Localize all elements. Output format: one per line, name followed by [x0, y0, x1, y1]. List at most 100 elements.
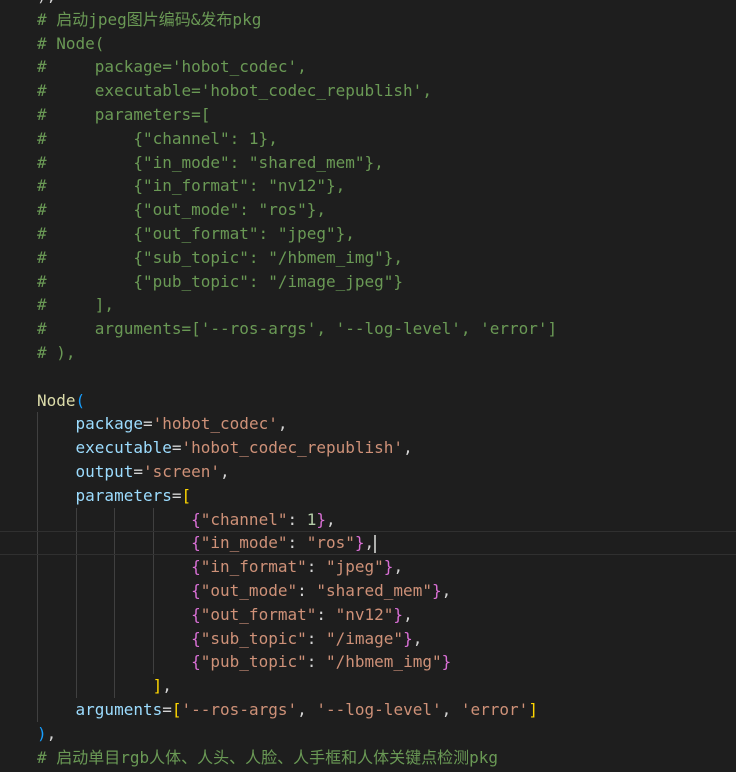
- code-token: # Node(: [37, 33, 105, 53]
- code-line[interactable]: # {"channel": 1},: [0, 127, 736, 151]
- code-line[interactable]: ),: [0, 0, 736, 8]
- code-token: {: [191, 628, 201, 648]
- indent-guide: [152, 578, 154, 603]
- code-line[interactable]: [0, 365, 736, 389]
- code-token: # {"in_format": "nv12"},: [37, 176, 346, 196]
- code-line[interactable]: # {"out_format": "jpeg"},: [0, 222, 736, 246]
- code-line[interactable]: # Node(: [0, 32, 736, 56]
- code-line[interactable]: ),: [0, 722, 736, 746]
- indent-guide: [37, 532, 38, 555]
- code-line[interactable]: output='screen',: [0, 459, 736, 484]
- code-token: parameters: [75, 485, 172, 505]
- code-token: ,: [277, 414, 288, 434]
- indent-guide: [37, 436, 38, 460]
- code-token: "/hbmem_img": [326, 652, 442, 672]
- code-token: # parameters=[: [37, 104, 211, 124]
- code-line[interactable]: {"in_format": "jpeg"},: [0, 555, 736, 579]
- code-line-current[interactable]: {"in_mode": "ros"},: [0, 531, 736, 556]
- code-token: "sub_topic": [200, 628, 307, 648]
- code-token: "out_format": [200, 604, 317, 624]
- code-token: ,: [412, 628, 423, 648]
- code-line[interactable]: # ],: [0, 293, 736, 317]
- code-token: =: [162, 699, 172, 719]
- code-token: ,: [403, 604, 413, 624]
- code-token: # {"sub_topic": "/hbmem_img"},: [37, 247, 404, 267]
- code-line[interactable]: # 启动单目rgb人体、人头、人脸、人手框和人体关键点检测pkg: [0, 746, 736, 770]
- code-token: {: [191, 509, 201, 529]
- code-line[interactable]: executable='hobot_codec_republish',: [0, 436, 736, 460]
- code-line[interactable]: arguments=['--ros-args', '--log-level', …: [0, 697, 736, 722]
- code-token: arguments: [75, 699, 163, 719]
- indent-guide: [37, 412, 38, 437]
- code-line[interactable]: # package='hobot_codec',: [0, 55, 736, 79]
- indent-guide: [75, 578, 77, 603]
- code-token: "shared_mem": [316, 580, 432, 600]
- code-token: }: [431, 580, 442, 600]
- code-token: ,: [162, 676, 172, 696]
- code-line[interactable]: # arguments=['--ros-args', '--log-level'…: [0, 317, 736, 341]
- code-line[interactable]: # ),: [0, 341, 736, 365]
- indent-guide: [75, 532, 77, 555]
- code-line[interactable]: {"sub_topic": "/image"},: [0, 626, 736, 651]
- code-token: ,: [326, 509, 336, 529]
- code-token: # package='hobot_codec',: [37, 57, 307, 77]
- code-token: "nv12": [335, 604, 394, 624]
- indent-guide: [37, 555, 38, 579]
- code-token: :: [297, 580, 317, 600]
- indent-guide: [37, 483, 38, 508]
- code-line[interactable]: package='hobot_codec',: [0, 412, 736, 437]
- code-token: :: [306, 557, 326, 577]
- code-token: {: [191, 580, 201, 600]
- code-line[interactable]: # 启动jpeg图片编码&发布pkg: [0, 8, 736, 32]
- code-line[interactable]: ],: [0, 674, 736, 698]
- code-line[interactable]: # executable='hobot_codec_republish',: [0, 79, 736, 103]
- code-token: ,: [393, 557, 404, 577]
- indent-guide: [37, 626, 38, 651]
- code-line[interactable]: # {"in_format": "nv12"},: [0, 174, 736, 198]
- code-token: }: [441, 652, 452, 672]
- code-line[interactable]: {"channel": 1},: [0, 507, 736, 532]
- code-line[interactable]: # {"sub_topic": "/hbmem_img"},: [0, 246, 736, 270]
- code-line[interactable]: Node(: [0, 389, 736, 413]
- code-token: # executable='hobot_codec_republish',: [37, 81, 432, 101]
- code-line[interactable]: # {"in_mode": "shared_mem"},: [0, 151, 736, 175]
- indent-guide: [37, 697, 38, 722]
- code-token: }: [403, 628, 413, 648]
- code-line[interactable]: # {"pub_topic": "/image_jpeg"}: [0, 270, 736, 294]
- code-line[interactable]: # {"out_mode": "ros"},: [0, 198, 736, 222]
- code-token: # {"in_mode": "shared_mem"},: [37, 152, 384, 172]
- indent-guide: [75, 650, 77, 675]
- code-token: ,: [364, 533, 375, 553]
- code-token: :: [316, 604, 336, 624]
- code-token: # ),: [37, 342, 76, 362]
- code-line[interactable]: {"out_format": "nv12"},: [0, 602, 736, 627]
- code-line[interactable]: # parameters=[: [0, 103, 736, 127]
- code-line[interactable]: {"out_mode": "shared_mem"},: [0, 578, 736, 603]
- code-token: 'screen': [142, 461, 221, 481]
- code-token: =: [171, 438, 182, 458]
- code-token: "jpeg": [326, 557, 384, 577]
- indent-guide: [75, 507, 77, 532]
- code-editor[interactable]: ), # 启动jpeg图片编码&发布pkg # Node( # package='ho…: [0, 0, 736, 769]
- code-token: ,: [441, 580, 452, 600]
- indent-guide: [37, 650, 38, 675]
- indent-guide: [114, 532, 116, 555]
- code-token: ),: [37, 0, 56, 5]
- code-line[interactable]: {"pub_topic": "/hbmem_img"}: [0, 650, 736, 675]
- indent-guide: [152, 532, 154, 555]
- code-token: }: [383, 557, 394, 577]
- indent-guide: [114, 650, 116, 675]
- text-cursor: [374, 534, 377, 553]
- code-token: # arguments=['--ros-args', '--log-level'…: [37, 319, 558, 339]
- indent-guide: [37, 459, 38, 484]
- code-token: }: [316, 509, 327, 529]
- indent-guide: [75, 555, 77, 579]
- code-token: ,: [46, 723, 57, 743]
- code-token: =: [171, 485, 182, 505]
- code-line[interactable]: parameters=[: [0, 483, 736, 508]
- code-token: ,: [297, 699, 317, 719]
- code-token: {: [191, 604, 201, 624]
